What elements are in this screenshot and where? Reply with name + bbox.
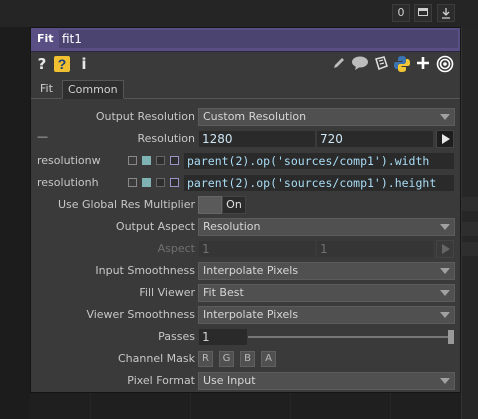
- mode-bind-icon[interactable]: [170, 178, 179, 187]
- aspect-b-field: 1: [316, 240, 434, 258]
- svg-text:?: ?: [58, 56, 67, 72]
- channel-r-button[interactable]: R: [198, 351, 213, 367]
- param-label: Fill Viewer: [139, 286, 195, 299]
- param-viewer-smoothness: Viewer Smoothness Interpolate Pixels: [31, 305, 460, 325]
- chevron-down-icon: [440, 312, 450, 318]
- param-aspect: Aspect 1 1: [31, 239, 460, 259]
- chevron-down-icon: [440, 224, 450, 230]
- chevron-down-icon: [440, 268, 450, 274]
- tab-fit[interactable]: Fit: [35, 80, 58, 97]
- param-output-aspect: Output Aspect Resolution: [31, 217, 460, 237]
- menu-value: Use Input: [203, 374, 256, 387]
- download-icon: [442, 8, 450, 19]
- mode-export-icon[interactable]: [156, 178, 165, 187]
- param-label: Pixel Format: [127, 374, 195, 387]
- expand-arrow-icon[interactable]: [436, 130, 454, 148]
- param-label: Output Aspect: [115, 220, 195, 233]
- mode-bind-icon[interactable]: [170, 156, 179, 165]
- param-channel-mask: Channel Mask R G B A: [31, 349, 460, 369]
- param-resolution: — Resolution 1280 720: [31, 129, 460, 149]
- param-passes: Passes 1: [31, 327, 460, 347]
- help-icon[interactable]: ?: [36, 55, 48, 73]
- network-edge: [0, 27, 30, 419]
- param-label: Aspect: [157, 242, 195, 255]
- param-label: Resolution: [137, 132, 195, 145]
- param-resolutionh: resolutionh parent(2).op('sources/comp1'…: [31, 173, 460, 193]
- python-icon[interactable]: [393, 55, 411, 73]
- resolutionh-expression-field[interactable]: parent(2).op('sources/comp1').height: [183, 174, 455, 192]
- menu-value: Custom Resolution: [203, 110, 307, 123]
- menu-value: Interpolate Pixels: [203, 264, 299, 277]
- channel-g-button[interactable]: G: [219, 351, 234, 367]
- mode-expression-icon[interactable]: [142, 156, 151, 165]
- fill-viewer-menu[interactable]: Fit Best: [198, 284, 455, 302]
- resolution-h-field[interactable]: 720: [316, 130, 434, 148]
- mode-constant-icon[interactable]: [128, 178, 137, 187]
- param-label: resolutionh: [37, 176, 99, 189]
- channel-a-button[interactable]: A: [261, 351, 276, 367]
- zero-button[interactable]: 0: [392, 4, 410, 22]
- mode-constant-icon[interactable]: [128, 156, 137, 165]
- clone-icon[interactable]: [373, 55, 389, 73]
- param-label: Use Global Res Multiplier: [57, 198, 195, 211]
- param-fill-viewer: Fill Viewer Fit Best: [31, 283, 460, 303]
- op-name-field[interactable]: fit1: [59, 30, 458, 48]
- mode-export-icon[interactable]: [156, 156, 165, 165]
- toggle-off-side[interactable]: [198, 196, 222, 214]
- tab-common[interactable]: Common: [62, 80, 124, 99]
- param-label: Viewer Smoothness: [86, 308, 195, 321]
- aspect-a-field: 1: [198, 240, 316, 258]
- output-resolution-menu[interactable]: Custom Resolution: [198, 108, 455, 126]
- panel-titlebar: Fit fit1: [31, 28, 460, 52]
- download-button[interactable]: [437, 4, 455, 22]
- passes-slider-track[interactable]: [248, 336, 448, 338]
- collapse-toggle[interactable]: —: [37, 130, 48, 143]
- panel-toolbar: ? ? i: [31, 52, 460, 76]
- parameter-panel: Fit fit1 ? ? i Fit Common Output Resolut…: [30, 27, 461, 393]
- chevron-down-icon: [440, 378, 450, 384]
- param-label: Channel Mask: [118, 352, 195, 365]
- parameter-tabs: Fit Common: [31, 78, 460, 99]
- edit-icon[interactable]: [331, 55, 347, 73]
- side-panel-sliver: [462, 242, 478, 256]
- menu-value: Interpolate Pixels: [203, 308, 299, 321]
- resolutionw-expression-field[interactable]: parent(2).op('sources/comp1').width: [183, 152, 455, 170]
- channel-b-button[interactable]: B: [240, 351, 255, 367]
- menu-value: Fit Best: [203, 286, 244, 299]
- expand-arrow-icon: [436, 240, 454, 258]
- chevron-down-icon: [440, 290, 450, 296]
- chevron-down-icon: [440, 114, 450, 120]
- resolution-w-field[interactable]: 1280: [198, 130, 316, 148]
- param-label: Input Smoothness: [95, 264, 195, 277]
- side-panel-sliver: [462, 222, 478, 236]
- op-type-label: Fit: [37, 32, 54, 45]
- param-label: resolutionw: [37, 154, 101, 167]
- pixel-format-menu[interactable]: Use Input: [198, 372, 455, 390]
- param-global-res-multiplier: Use Global Res Multiplier On: [31, 195, 460, 215]
- window-icon: [418, 8, 428, 16]
- param-pixel-format: Pixel Format Use Input: [31, 371, 460, 391]
- side-panel-sliver: [462, 197, 478, 211]
- side-panel-edge: [461, 27, 478, 419]
- maximize-button[interactable]: [414, 4, 432, 22]
- menu-value: Resolution: [203, 220, 261, 233]
- param-output-resolution: Output Resolution Custom Resolution: [31, 107, 460, 127]
- toggle-on-button[interactable]: On: [222, 196, 246, 214]
- viewer-smoothness-menu[interactable]: Interpolate Pixels: [198, 306, 455, 324]
- comment-icon[interactable]: [351, 55, 369, 73]
- passes-field[interactable]: 1: [198, 328, 248, 346]
- output-aspect-menu[interactable]: Resolution: [198, 218, 455, 236]
- param-label: Output Resolution: [95, 110, 195, 123]
- param-resolutionw: resolutionw parent(2).op('sources/comp1'…: [31, 151, 460, 171]
- target-icon[interactable]: [436, 55, 454, 73]
- input-smoothness-menu[interactable]: Interpolate Pixels: [198, 262, 455, 280]
- param-label: Passes: [158, 330, 195, 343]
- param-input-smoothness: Input Smoothness Interpolate Pixels: [31, 261, 460, 281]
- info-icon[interactable]: i: [79, 55, 89, 73]
- passes-slider-handle[interactable]: [448, 330, 454, 344]
- mode-expression-icon[interactable]: [142, 178, 151, 187]
- python-help-icon[interactable]: ?: [53, 55, 71, 73]
- add-icon[interactable]: [415, 55, 431, 73]
